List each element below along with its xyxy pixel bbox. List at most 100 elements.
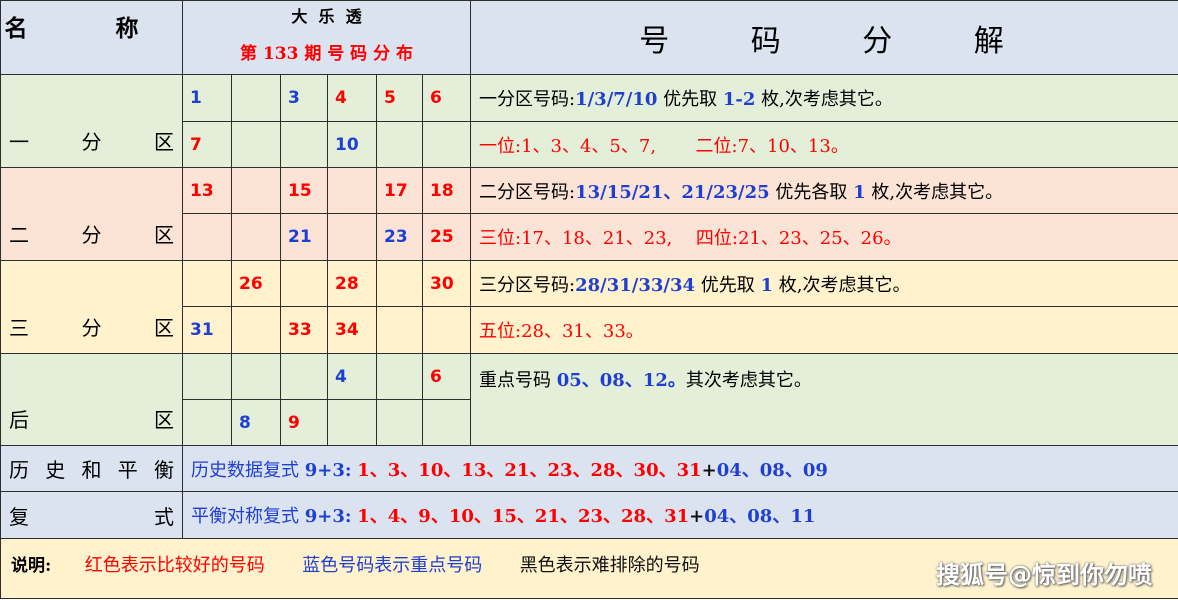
compound-label-2: 复 式	[9, 504, 174, 529]
back-cell	[422, 399, 471, 446]
zone3-info-prefix: 三分区号码:	[479, 274, 576, 296]
back-cell	[182, 399, 232, 446]
back-cell: 9	[280, 399, 328, 446]
name-header-text: 名 称	[4, 15, 179, 42]
zone1-cell: 7	[182, 121, 232, 168]
balance-prefix: 平衡对称复式	[191, 506, 299, 527]
breakdown-title: 号 码 分 解	[639, 23, 1040, 59]
name-header: 名 称	[0, 0, 183, 75]
back-cell	[327, 399, 377, 446]
back-cell: 4	[327, 353, 377, 400]
history-prefix: 历史数据复式	[191, 459, 299, 481]
zone2-cell	[231, 213, 281, 261]
zone2-info-suffix: 枚,次考虑其它。	[871, 181, 1004, 203]
balance-back: 04、08、11	[704, 506, 816, 527]
zone2-cell	[327, 213, 377, 261]
zone1-cell: 5	[376, 74, 423, 122]
zone1-cell	[376, 121, 423, 168]
zone2-label: 二 分 区	[9, 223, 174, 247]
watermark: 搜狐号@惊到你勿喷	[936, 561, 1152, 589]
zone3-cell	[376, 260, 423, 307]
zone2-info-count: 1	[853, 181, 866, 203]
zone1-info-line1: 一分区号码:1/3/7/10 优先取 1-2 枚,次考虑其它。	[470, 74, 1178, 122]
zone2-cell	[231, 167, 281, 214]
zone3-info-line1: 三分区号码:28/31/33/34 优先取 1 枚,次考虑其它。	[470, 260, 1178, 307]
zone2-label-cell: 二 分 区	[0, 167, 183, 261]
zone3-info-line2: 五位:28、31、33。	[470, 306, 1178, 354]
zone3-cell: 30	[422, 260, 471, 307]
zone2-info-mid: 优先各取	[775, 181, 848, 203]
zone2-cell	[182, 213, 232, 261]
zone2-cell: 21	[280, 213, 328, 261]
zone2-cell: 18	[422, 167, 471, 214]
zone2-cell: 15	[280, 167, 328, 214]
zone2-position-a: 三位:17、18、21、23,	[479, 228, 673, 249]
zone2-cell: 17	[376, 167, 423, 214]
zone1-info-prefix: 一分区号码:	[479, 89, 576, 110]
zone1-cell	[231, 121, 281, 168]
back-cell: 6	[422, 353, 471, 400]
zone1-cell	[231, 74, 281, 122]
zone3-cell: 28	[327, 260, 377, 307]
zone1-info-nums: 1/3/7/10	[575, 89, 658, 110]
legend-title: 说明:	[11, 556, 52, 576]
zone2-position-b: 四位:21、23、25、26。	[695, 228, 902, 249]
breakdown-header: 号 码 分 解	[470, 0, 1178, 75]
balance-plus: +	[689, 506, 705, 527]
zone3-cell: 31	[182, 306, 232, 354]
zone3-cell	[182, 260, 232, 307]
history-plus: +	[701, 459, 717, 481]
back-cell	[280, 353, 328, 400]
zone1-label: 一 分 区	[9, 130, 174, 154]
zone1-cell	[280, 121, 328, 168]
zone1-info-line2: 一位:1、3、4、5、7, 二位:7、10、13。	[470, 121, 1178, 168]
zone1-label-cell: 一 分 区	[0, 74, 183, 168]
history-formula: 9+3:	[304, 459, 352, 481]
history-front: 1、3、10、13、21、23、28、30、31	[357, 459, 702, 481]
lottery-analysis-table: 名 称 大 乐 透 第 133 期 号 码 分 布 号 码 分 解 一 分 区 …	[0, 0, 1178, 599]
zone3-cell: 26	[231, 260, 281, 307]
zone3-cell	[280, 260, 328, 307]
zone3-cell	[231, 306, 281, 354]
zone2-cell: 13	[182, 167, 232, 214]
back-cell	[376, 399, 423, 446]
back-info-suffix: 其次考虑其它。	[685, 370, 812, 391]
zone2-info-line1: 二分区号码:13/15/21、21/23/25 优先各取 1 枚,次考虑其它。	[470, 167, 1178, 214]
zone1-position-b: 二位:7、10、13。	[695, 135, 849, 157]
back-cell: 8	[231, 399, 281, 446]
zone2-info-nums: 13/15/21、21/23/25	[575, 181, 770, 203]
zone1-info-suffix: 枚,次考虑其它。	[761, 89, 893, 110]
zone1-cell: 3	[280, 74, 328, 122]
zone3-cell: 33	[280, 306, 328, 354]
zone3-info-suffix: 枚,次考虑其它。	[778, 274, 911, 296]
zone2-cell	[327, 167, 377, 214]
zone3-cell: 34	[327, 306, 377, 354]
zone3-cell	[376, 306, 423, 354]
balance-formula: 9+3:	[304, 506, 352, 527]
back-cell	[231, 353, 281, 400]
zone3-label: 三 分 区	[9, 316, 174, 340]
zone1-cell	[422, 121, 471, 168]
back-info: 重点号码 05、08、12。其次考虑其它。	[470, 353, 1178, 446]
back-cell	[376, 353, 423, 400]
zone2-info-prefix: 二分区号码:	[479, 181, 576, 203]
zone1-cell: 4	[327, 74, 377, 122]
zone2-cell: 25	[422, 213, 471, 261]
back-label: 后 区	[9, 408, 174, 432]
zone3-info-count: 1	[760, 274, 773, 296]
balance-compound-row: 平衡对称复式 9+3: 1、4、9、10、15、21、23、28、31+04、0…	[182, 491, 1178, 539]
zone3-position-a: 五位:28、31、33。	[479, 321, 644, 342]
zone1-cell: 10	[327, 121, 377, 168]
zone1-info-count: 1-2	[722, 89, 756, 110]
lottery-name: 大 乐 透	[291, 7, 362, 26]
back-label-cell: 后 区	[0, 353, 183, 446]
compound-label-line2: 复 式	[0, 491, 183, 539]
compound-label-line1: 历 史 和 平 衡	[0, 445, 183, 492]
legend-blue: 蓝色号码表示重点号码	[302, 555, 483, 576]
zone3-info-nums: 28/31/33/34	[575, 274, 695, 296]
zone1-cell: 1	[182, 74, 232, 122]
zone1-info-mid: 优先取	[663, 89, 718, 110]
zone3-cell	[422, 306, 471, 354]
history-compound-row: 历史数据复式 9+3: 1、3、10、13、21、23、28、30、31+04、…	[182, 445, 1178, 492]
zone3-label-cell: 三 分 区	[0, 260, 183, 354]
